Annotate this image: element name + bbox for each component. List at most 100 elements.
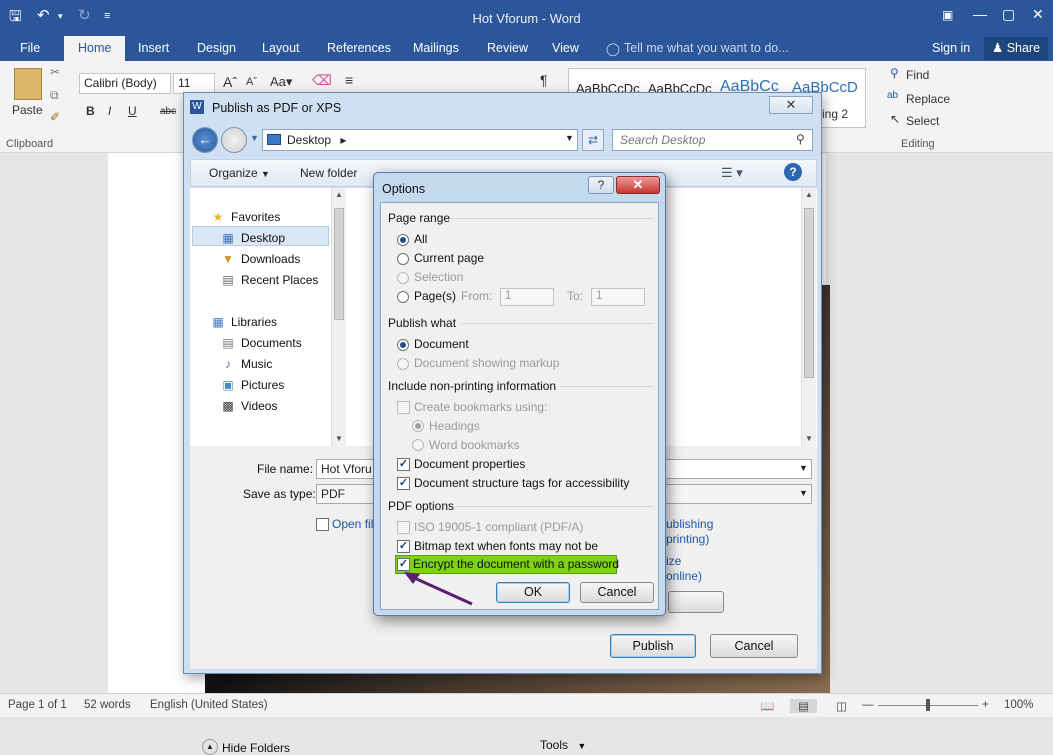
organize-menu[interactable]: Organize ▼ [209,166,270,180]
tab-layout[interactable]: Layout [262,41,300,55]
zoom-in-icon[interactable]: + [982,699,989,711]
tab-file[interactable]: File [20,41,40,55]
tab-review[interactable]: Review [487,41,528,55]
open-file-checkbox[interactable] [316,518,329,531]
open-file-label[interactable]: Open fil [332,517,373,531]
minimize-online-label[interactable]: online) [666,569,702,583]
options-button[interactable] [668,591,724,613]
doc-props-label[interactable]: Document properties [414,457,525,471]
doc-tags-label[interactable]: Document structure tags for accessibilit… [414,476,629,490]
word-bookmarks-radio[interactable] [412,439,424,451]
word-bookmarks-label[interactable]: Word bookmarks [429,438,519,452]
language-status[interactable]: English (United States) [150,699,268,711]
files-scroll-up-icon[interactable]: ▲ [805,190,813,199]
tab-view[interactable]: View [552,41,579,55]
format-painter-icon[interactable]: ✐ [50,110,60,124]
standard-publishing-label[interactable]: ublishing [666,517,713,531]
nav-desktop[interactable]: ▦ Desktop [220,231,285,245]
new-folder-button[interactable]: New folder [300,166,357,180]
cut-icon[interactable]: ✂ [50,65,60,79]
publish-button[interactable]: Publish [610,634,696,658]
replace-icon[interactable]: ab [887,90,898,101]
share-button[interactable]: ♟ Share [984,37,1049,60]
tab-insert[interactable]: Insert [138,41,169,55]
close-icon[interactable]: ✕ [1032,6,1044,23]
current-page-radio[interactable] [397,253,409,265]
document-markup-radio[interactable] [397,358,409,370]
hide-folders-icon[interactable]: ▲ [202,739,218,755]
search-icon[interactable]: ⚲ [796,132,805,146]
nav-favorites[interactable]: ★ Favorites [210,210,281,224]
clear-format-icon[interactable]: ⌫ [312,72,332,89]
iso-label[interactable]: ISO 19005-1 compliant (PDF/A) [414,520,583,534]
create-bookmarks-label[interactable]: Create bookmarks using: [414,400,547,414]
replace-button[interactable]: Replace [906,92,950,106]
address-dropdown-icon[interactable]: ▼ [565,133,574,143]
italic-icon[interactable]: I [108,104,111,118]
doc-props-checkbox[interactable]: ✓ [397,458,410,471]
pages-radio[interactable] [397,291,409,303]
selection-label[interactable]: Selection [414,270,463,284]
nav-music[interactable]: ♪ Music [220,357,272,371]
tell-me-input[interactable]: Tell me what you want to do... [624,41,789,55]
bullets-icon[interactable]: ≡ [345,72,353,88]
create-bookmarks-checkbox[interactable] [397,401,410,414]
underline-icon[interactable]: U [128,104,137,118]
select-button[interactable]: Select [906,114,939,128]
view-options-icon[interactable]: ☰ ▾ [721,165,743,181]
minimize-size-label[interactable]: ize [666,554,681,568]
publish-cancel-button[interactable]: Cancel [710,634,798,658]
print-layout-icon[interactable]: ▤ [790,699,817,713]
nav-scroll-thumb[interactable] [334,208,344,320]
nav-libraries[interactable]: ▦ Libraries [210,315,277,329]
pilcrow-icon[interactable]: ¶ [540,72,548,88]
file-name-dropdown-icon[interactable]: ▼ [799,463,808,473]
current-page-label[interactable]: Current page [414,251,484,265]
shrink-font-icon[interactable]: Aˇ [246,76,257,88]
copy-icon[interactable]: ⧉ [50,88,59,103]
back-icon[interactable]: ← [192,127,218,153]
tab-home[interactable]: Home [64,36,126,61]
files-scroll-thumb[interactable] [804,208,814,378]
zoom-level[interactable]: 100% [1004,699,1033,711]
scroll-down-icon[interactable]: ▼ [335,434,343,443]
find-icon[interactable]: ⚲ [890,66,899,80]
read-mode-icon[interactable]: 📖 [760,699,774,713]
selection-radio[interactable] [397,272,409,284]
options-ok-button[interactable]: OK [496,582,570,603]
document-radio[interactable] [397,339,409,351]
files-scrollbar[interactable]: ▲ ▼ [801,188,816,446]
files-scroll-down-icon[interactable]: ▼ [805,434,813,443]
ribbon-display-icon[interactable]: ▣ [942,8,953,22]
options-cancel-button[interactable]: Cancel [580,582,654,603]
scroll-up-icon[interactable]: ▲ [335,190,343,199]
save-type-dropdown-icon[interactable]: ▼ [799,488,808,498]
minimize-icon[interactable]: — [973,6,987,22]
nav-pictures[interactable]: ▣ Pictures [220,378,284,392]
zoom-slider-thumb[interactable] [926,699,930,711]
nav-downloads[interactable]: ▼ Downloads [220,252,300,266]
pages-label[interactable]: Page(s) [414,289,456,303]
options-close-button[interactable]: ✕ [616,176,660,194]
standard-printing-label[interactable]: printing) [666,532,709,546]
paste-label[interactable]: Paste [12,103,43,117]
tab-design[interactable]: Design [197,41,236,55]
paste-icon[interactable] [14,68,42,100]
publish-close-button[interactable]: ✕ [769,96,813,114]
help-icon[interactable]: ? [784,163,802,181]
refresh-icon[interactable]: ⇄ [582,129,604,151]
forward-icon[interactable] [221,127,247,153]
all-radio[interactable] [397,234,409,246]
address-bar[interactable]: Desktop ▸ [262,129,578,151]
nav-recent-places[interactable]: ▤ Recent Places [220,273,318,287]
from-spinner[interactable]: 1 [500,288,554,306]
iso-checkbox[interactable] [397,521,410,534]
nav-videos[interactable]: ▩ Videos [220,399,277,413]
headings-label[interactable]: Headings [429,419,480,433]
select-icon[interactable]: ↖ [890,112,900,126]
find-button[interactable]: Find [906,68,929,82]
web-layout-icon[interactable]: ◫ [836,699,847,713]
doc-tags-checkbox[interactable]: ✓ [397,477,410,490]
word-count[interactable]: 52 words [84,699,131,711]
to-spinner[interactable]: 1 [591,288,645,306]
